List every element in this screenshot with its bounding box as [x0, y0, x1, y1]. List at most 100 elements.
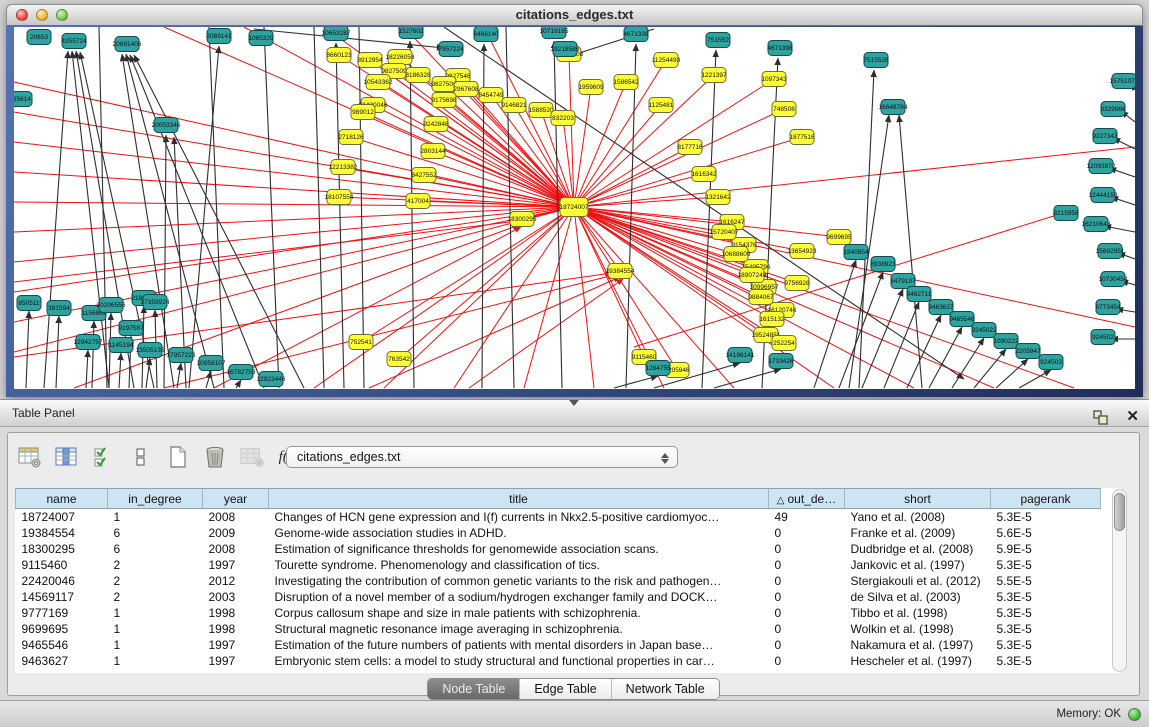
graph-hub-node[interactable]: 18724007: [560, 198, 589, 217]
graph-node[interactable]: 20206556: [97, 298, 126, 313]
graph-node[interactable]: 12923446: [257, 372, 286, 387]
table-cell[interactable]: 2008: [203, 509, 269, 525]
table-cell[interactable]: 22420046: [16, 573, 108, 589]
table-cell[interactable]: 0: [769, 589, 845, 605]
table-cell[interactable]: Nakamura et al. (1997): [845, 637, 991, 653]
table-cell[interactable]: 18724007: [16, 509, 108, 525]
graph-node[interactable]: 1065329: [248, 31, 274, 46]
graph-node[interactable]: 1840954: [843, 245, 869, 260]
graph-node[interactable]: 8938923: [870, 257, 896, 272]
table-row[interactable]: 1938455462009Genome-wide association stu…: [16, 525, 1101, 541]
table-cell[interactable]: Investigating the contribution of common…: [269, 573, 769, 589]
graph-node[interactable]: 17957223: [167, 348, 196, 363]
graph-node[interactable]: 1615132: [759, 312, 785, 327]
graph-node[interactable]: 9175698: [431, 93, 457, 108]
graph-node[interactable]: 8427552: [411, 168, 437, 183]
table-cell[interactable]: 5.3E-5: [991, 509, 1101, 525]
table-vertical-scrollbar[interactable]: [1112, 489, 1127, 672]
graph-node[interactable]: 2803144: [420, 144, 446, 159]
table-cell[interactable]: 18300295: [16, 541, 108, 557]
graph-node[interactable]: 10653287: [322, 27, 351, 41]
table-cell[interactable]: 2: [108, 557, 203, 573]
table-cell[interactable]: 5.3E-5: [991, 621, 1101, 637]
table-cell[interactable]: 9699695: [16, 621, 108, 637]
graph-node[interactable]: 8215958: [1053, 206, 1079, 221]
graph-node[interactable]: 6773454: [1095, 300, 1121, 315]
table-cell[interactable]: 5.9E-5: [991, 541, 1101, 557]
graph-node[interactable]: 7957224: [438, 42, 464, 57]
table-select-dropdown[interactable]: citations_edges.txt: [286, 446, 678, 468]
table-cell[interactable]: 9115460: [16, 557, 108, 573]
graph-node[interactable]: 1145194: [109, 338, 134, 353]
scrollbar-thumb[interactable]: [1114, 493, 1125, 531]
graph-node[interactable]: 9329966: [1100, 102, 1126, 117]
column-header-title[interactable]: title: [269, 489, 769, 509]
network-canvas[interactable]: 1830029511548408866012389129541822605898…: [14, 27, 1135, 389]
graph-node[interactable]: 924502: [1091, 330, 1115, 345]
graph-node[interactable]: 9227343: [1092, 129, 1118, 144]
graph-node[interactable]: 13505135: [136, 343, 165, 358]
row-height-button[interactable]: [129, 445, 153, 469]
table-cell[interactable]: Franke et al. (2009): [845, 525, 991, 541]
table-cell[interactable]: 0: [769, 525, 845, 541]
graph-node[interactable]: 2967608: [453, 82, 479, 97]
table-cell[interactable]: Tibbo et al. (1998): [845, 605, 991, 621]
table-cell[interactable]: Wolkin et al. (1998): [845, 621, 991, 637]
delete-columns-button[interactable]: [203, 445, 227, 469]
table-cell[interactable]: 5.3E-5: [991, 605, 1101, 621]
table-row[interactable]: 946362711997Embryonic stem cells: a mode…: [16, 653, 1101, 669]
graph-node[interactable]: 9146821: [501, 98, 527, 113]
graph-node[interactable]: 1221397: [701, 68, 727, 83]
graph-node[interactable]: 8454749: [478, 88, 504, 103]
table-cell[interactable]: 2: [108, 589, 203, 605]
table-row[interactable]: 1830029562008Estimation of significance …: [16, 541, 1101, 557]
table-cell[interactable]: 0: [769, 573, 845, 589]
table-cell[interactable]: Genome-wide association studies in ADHD.: [269, 525, 769, 541]
select-columns-button[interactable]: [92, 445, 116, 469]
table-cell[interactable]: de Silva et al. (2003): [845, 589, 991, 605]
table-cell[interactable]: Corpus callosum shape and size in male p…: [269, 605, 769, 621]
graph-node[interactable]: 8660123: [326, 48, 352, 63]
graph-node[interactable]: 11254493: [652, 53, 681, 68]
graph-node[interactable]: 1959609: [578, 80, 604, 95]
table-cell[interactable]: 1997: [203, 637, 269, 653]
table-cell[interactable]: 49: [769, 509, 845, 525]
graph-node[interactable]: 9884067: [748, 290, 774, 305]
table-row[interactable]: 969969511998Structural magnetic resonanc…: [16, 621, 1101, 637]
graph-node[interactable]: 8177716: [677, 140, 703, 155]
graph-node[interactable]: 1588520: [528, 103, 554, 118]
table-cell[interactable]: 2012: [203, 573, 269, 589]
create-column-button[interactable]: [166, 445, 190, 469]
table-cell[interactable]: Estimation of significance thresholds fo…: [269, 541, 769, 557]
graph-node[interactable]: 9463627: [928, 300, 954, 315]
table-cell[interactable]: 2003: [203, 589, 269, 605]
table-cell[interactable]: 2009: [203, 525, 269, 541]
graph-node[interactable]: 850511: [17, 296, 41, 311]
graph-node[interactable]: 763542: [387, 352, 411, 367]
table-cell[interactable]: 1997: [203, 557, 269, 573]
window-titlebar[interactable]: citations_edges.txt: [6, 4, 1143, 26]
table-cell[interactable]: Estimation of the future numbers of pati…: [269, 637, 769, 653]
float-panel-button[interactable]: [1088, 405, 1112, 429]
tab-node-table[interactable]: Node Table: [428, 679, 519, 699]
table-cell[interactable]: 2008: [203, 541, 269, 557]
close-window-button[interactable]: [16, 9, 28, 21]
graph-node[interactable]: 15692951: [1096, 244, 1125, 259]
graph-node[interactable]: 1527602: [398, 27, 424, 39]
table-cell[interactable]: 1997: [203, 653, 269, 669]
graph-node[interactable]: 4671398: [767, 41, 793, 56]
table-settings-button[interactable]: [18, 445, 42, 469]
table-cell[interactable]: 5.5E-5: [991, 573, 1101, 589]
table-cell[interactable]: 9463627: [16, 653, 108, 669]
graph-node[interactable]: 1321642: [705, 190, 731, 205]
column-header-short[interactable]: short: [845, 489, 991, 509]
graph-node[interactable]: 9242848: [423, 117, 449, 132]
table-cell[interactable]: 0: [769, 637, 845, 653]
graph-node[interactable]: 2718126: [338, 130, 364, 145]
table-cell[interactable]: 9465546: [16, 637, 108, 653]
graph-node[interactable]: 1877516: [789, 130, 815, 145]
table-row[interactable]: 1872400712008Changes of HCN gene express…: [16, 509, 1101, 525]
table-cell[interactable]: Stergiakouli et al. (2012): [845, 573, 991, 589]
graph-node[interactable]: 15751074: [1110, 74, 1135, 89]
graph-node[interactable]: 13654923: [788, 244, 817, 259]
